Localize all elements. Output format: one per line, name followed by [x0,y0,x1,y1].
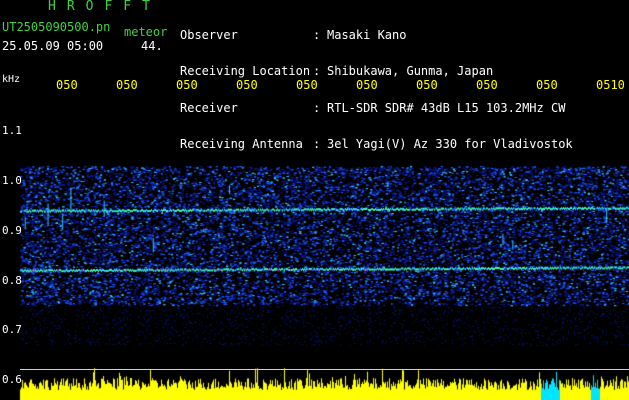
time-tick: 050 [416,78,438,92]
time-tick: 050 [176,78,198,92]
freq-tick: 0.8 [2,274,22,287]
info-value-observer: Masaki Kano [327,28,407,42]
freq-axis-unit: kHz [2,74,21,85]
info-label-receiver: Receiver [180,100,238,115]
file-tag: meteor [124,25,168,39]
freq-tick: 1.0 [2,174,22,187]
time-tick: 050 [536,78,558,92]
time-tick: 050 [476,78,498,92]
time-tick: 050 [56,78,78,92]
echo-counter: 44. [141,39,163,53]
freq-tick: 0.7 [2,323,22,336]
time-tick: 0510 [596,78,625,92]
time-tick: 050 [116,78,138,92]
info-label-antenna: Receiving Antenna [180,137,303,152]
amplitude-baseline [20,369,629,370]
freq-tick: 0.6 [2,373,22,386]
freq-tick: 0.9 [2,224,22,237]
time-tick: 050 [296,78,318,92]
file-name: UT2505090500.pn [2,20,111,34]
info-value-antenna: 3el Yagi(V) Az 330 for Vladivostok [327,137,573,152]
time-tick: 050 [356,78,378,92]
info-value-location: Shibukawa, Gunma, Japan [327,64,494,79]
app-title: HROFFT [48,0,161,14]
info-value-receiver: RTL-SDR SDR# 43dB L15 103.2MHz CW [327,100,566,115]
time-axis: 050 050 050 050 050 050 050 050 050 0510 [0,78,629,92]
freq-tick: 1.1 [2,124,22,137]
info-label-observer: Observer [180,28,238,42]
info-label-location: Receiving Location [180,64,311,79]
time-tick: 050 [236,78,258,92]
hrofft-window: HROFFT UT2505090500.pn meteor 25.05.09 0… [0,0,629,400]
timestamp: 25.05.09 05:00 [2,39,104,53]
